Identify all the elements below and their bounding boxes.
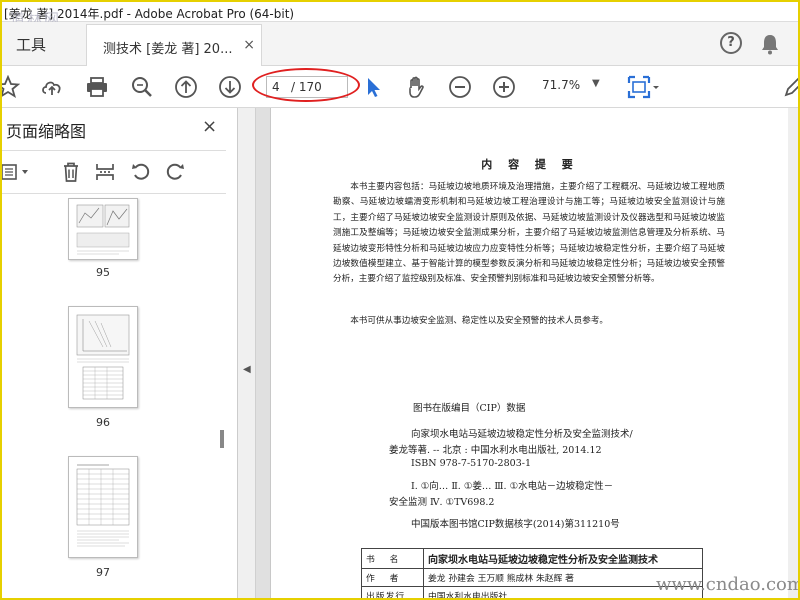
info-key: 作 者 (361, 568, 424, 587)
select-arrow-icon[interactable] (362, 75, 386, 99)
hand-icon[interactable] (404, 75, 428, 99)
thumbnail-toolbar (2, 150, 226, 194)
panel-title: 页面缩略图 (6, 122, 87, 141)
cip-line: 中国版本图书馆CIP数据核字(2014)第311210号 (411, 519, 620, 530)
info-key: 书 名 (361, 548, 424, 569)
pen-icon[interactable] (782, 75, 800, 99)
red-highlight-ellipse (252, 68, 360, 102)
panel-collapse-handle[interactable]: ◀ (238, 108, 256, 598)
thumbnail-page-number: 97 (96, 566, 110, 579)
thumbnail-image (76, 204, 130, 255)
page-up-icon[interactable] (174, 75, 198, 99)
cip-line: Ⅰ. ①向… Ⅱ. ①姜… Ⅲ. ①水电站－边坡稳定性－ (411, 481, 614, 492)
close-tab-icon[interactable]: × (243, 37, 255, 53)
page-thumbnail[interactable] (68, 456, 138, 558)
zoom-dropdown-icon[interactable]: ▼ (592, 78, 600, 89)
close-panel-icon[interactable]: × (202, 116, 217, 137)
info-key: 出版发行 (361, 586, 424, 598)
cip-line: 姜龙等著. -- 北京 : 中国水利水电出版社, 2014.12 (389, 445, 602, 456)
zoom-out-icon[interactable] (448, 75, 472, 99)
bell-icon[interactable] (760, 33, 780, 55)
book-info-table: 书 名 向家坝水电站马延坡边坡稳定性分析及安全监测技术 作 者 姜龙 孙建会 王… (361, 548, 703, 598)
upload-icon[interactable] (40, 75, 64, 99)
cip-line: 安全监测 Ⅳ. ①TV698.2 (389, 497, 495, 508)
tab-document-label: 测技术 [姜龙 著] 20... (103, 42, 233, 57)
document-view: 内 容 提 要 本书主要内容包括：马延坡边坡地质环境及治理措施，主要介绍了工程概… (256, 108, 798, 598)
cip-line: 向家坝水电站马延坡边坡稳定性分析及安全监测技术/ (411, 429, 633, 440)
collapse-arrow-icon[interactable]: ◀ (243, 364, 251, 375)
table-row: 作 者 姜龙 孙建会 王万顺 熊成林 朱赵辉 著 (361, 568, 703, 587)
title-bar: [姜龙 著] 2014年.pdf - Adobe Acrobat Pro (64… (2, 2, 798, 22)
tab-document[interactable]: 测技术 [姜龙 著] 20... × (86, 24, 262, 66)
star-icon[interactable] (0, 75, 20, 99)
thumbnail-page-number: 95 (96, 266, 110, 279)
table-row: 书 名 向家坝水电站马延坡边坡稳定性分析及安全监测技术 (361, 548, 703, 569)
zoom-in-icon[interactable] (492, 75, 516, 99)
page-down-icon[interactable] (218, 75, 242, 99)
summary-paragraph: 本书主要内容包括：马延坡边坡地质环境及治理措施，主要介绍了工程概况、马延坡边坡工… (333, 182, 725, 285)
cip-line: ISBN 978-7-5170-2803-1 (411, 458, 531, 469)
thumbnail-page-number: 96 (96, 416, 110, 429)
summary-title: 内 容 提 要 (481, 158, 579, 171)
fit-page-icon[interactable] (626, 75, 660, 99)
page-thumbnail[interactable] (68, 306, 138, 408)
options-icon[interactable] (0, 161, 34, 183)
page-thumbnail[interactable] (68, 198, 138, 260)
trash-icon[interactable] (60, 161, 82, 183)
print-icon[interactable] (85, 75, 109, 99)
rotate-ccw-icon[interactable] (130, 161, 152, 183)
insert-icon[interactable] (94, 161, 116, 183)
summary-paragraph: 本书可供从事边坡安全监测、稳定性以及安全预警的技术人员参考。 (350, 316, 609, 326)
zoom-level[interactable]: 71.7% (542, 78, 580, 92)
page-thumbnails-panel: 页面缩略图 × 95 96 97 (2, 108, 238, 598)
acrobat-window: [姜龙 著] 2014年.pdf - Adobe Acrobat Pro (64… (0, 0, 800, 600)
thumbnail-scrollbar[interactable] (220, 430, 224, 448)
rotate-cw-icon[interactable] (164, 161, 186, 183)
tab-tools[interactable]: 工具 (16, 34, 46, 55)
thumbnail-image (76, 314, 130, 400)
pdf-page: 内 容 提 要 本书主要内容包括：马延坡边坡地质环境及治理措施，主要介绍了工程概… (270, 108, 788, 598)
cip-title: 图书在版编目（CIP）数据 (413, 403, 526, 414)
tabs-row: 工具 测技术 [姜龙 著] 20... × ? (2, 22, 798, 66)
thumbnail-image (76, 464, 130, 547)
watermark-url: www.cndao.com (656, 574, 800, 595)
zoom-search-icon[interactable] (130, 75, 154, 99)
main-toolbar: 4 / 170 71.7% ▼ (2, 66, 798, 108)
info-value: 向家坝水电站马延坡边坡稳定性分析及安全监测技术 (423, 548, 703, 569)
table-row: 出版发行 中国水利水电出版社 (361, 586, 703, 598)
document-scrollbar[interactable] (788, 108, 798, 598)
help-icon[interactable]: ? (720, 32, 742, 54)
